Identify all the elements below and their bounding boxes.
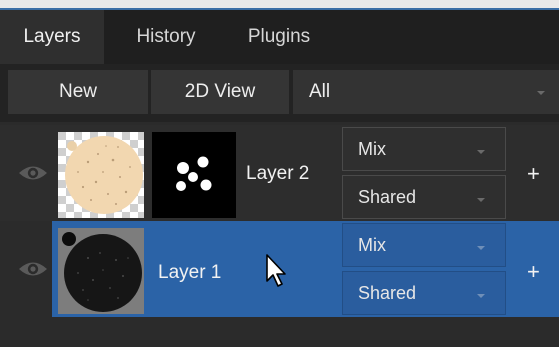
blend-mode-value: Mix xyxy=(358,139,386,159)
layer-1-name[interactable]: Layer 1 xyxy=(158,262,221,284)
layer-2-name[interactable]: Layer 2 xyxy=(246,163,309,185)
window-top-edge xyxy=(0,0,559,8)
add-effect-button[interactable]: + xyxy=(527,161,540,187)
eye-icon[interactable] xyxy=(18,163,48,183)
layer-2-mask-thumbnail xyxy=(152,132,236,218)
channel-mode-value: Shared xyxy=(358,187,417,207)
chevron-down-icon xyxy=(477,294,485,298)
layers-toolbar: New 2D View All xyxy=(0,64,559,122)
add-effect-button[interactable]: + xyxy=(527,259,540,285)
chevron-down-icon xyxy=(477,198,485,202)
chevron-down-icon xyxy=(537,91,545,95)
layer-2-texture-thumbnail xyxy=(58,132,144,218)
layer-filter-value: All xyxy=(309,81,331,102)
tab-history[interactable]: History xyxy=(116,10,216,64)
eye-icon[interactable] xyxy=(18,259,48,279)
layer-2-channel-mode-dropdown[interactable]: Shared xyxy=(342,175,506,219)
tab-layers-label: Layers xyxy=(23,26,81,47)
tab-plugins[interactable]: Plugins xyxy=(228,10,330,64)
tab-layers[interactable]: Layers xyxy=(0,10,104,64)
mouse-cursor-icon xyxy=(266,254,286,287)
2d-view-button[interactable]: 2D View xyxy=(151,70,289,114)
layer-row-layer-2[interactable]: Layer 2 Mix Shared + xyxy=(0,125,559,221)
layer-1-blend-mode-dropdown[interactable]: Mix xyxy=(342,223,506,267)
empty-layer-area xyxy=(0,317,559,347)
chevron-down-icon xyxy=(477,246,485,250)
layer-1-channel-mode-dropdown[interactable]: Shared xyxy=(342,271,506,315)
layer-2-blend-mode-dropdown[interactable]: Mix xyxy=(342,127,506,171)
tab-history-label: History xyxy=(136,26,196,47)
chevron-down-icon xyxy=(477,150,485,154)
new-layer-label: New xyxy=(58,81,97,102)
channel-mode-value: Shared xyxy=(358,283,417,303)
layer-filter-dropdown[interactable]: All xyxy=(293,70,559,114)
panel-tab-bar: Layers History Plugins xyxy=(0,8,559,64)
blend-mode-value: Mix xyxy=(358,235,386,255)
tab-plugins-label: Plugins xyxy=(247,26,311,47)
2d-view-label: 2D View xyxy=(184,81,256,102)
layer-1-texture-thumbnail xyxy=(58,228,144,314)
new-layer-button[interactable]: New xyxy=(8,70,148,114)
